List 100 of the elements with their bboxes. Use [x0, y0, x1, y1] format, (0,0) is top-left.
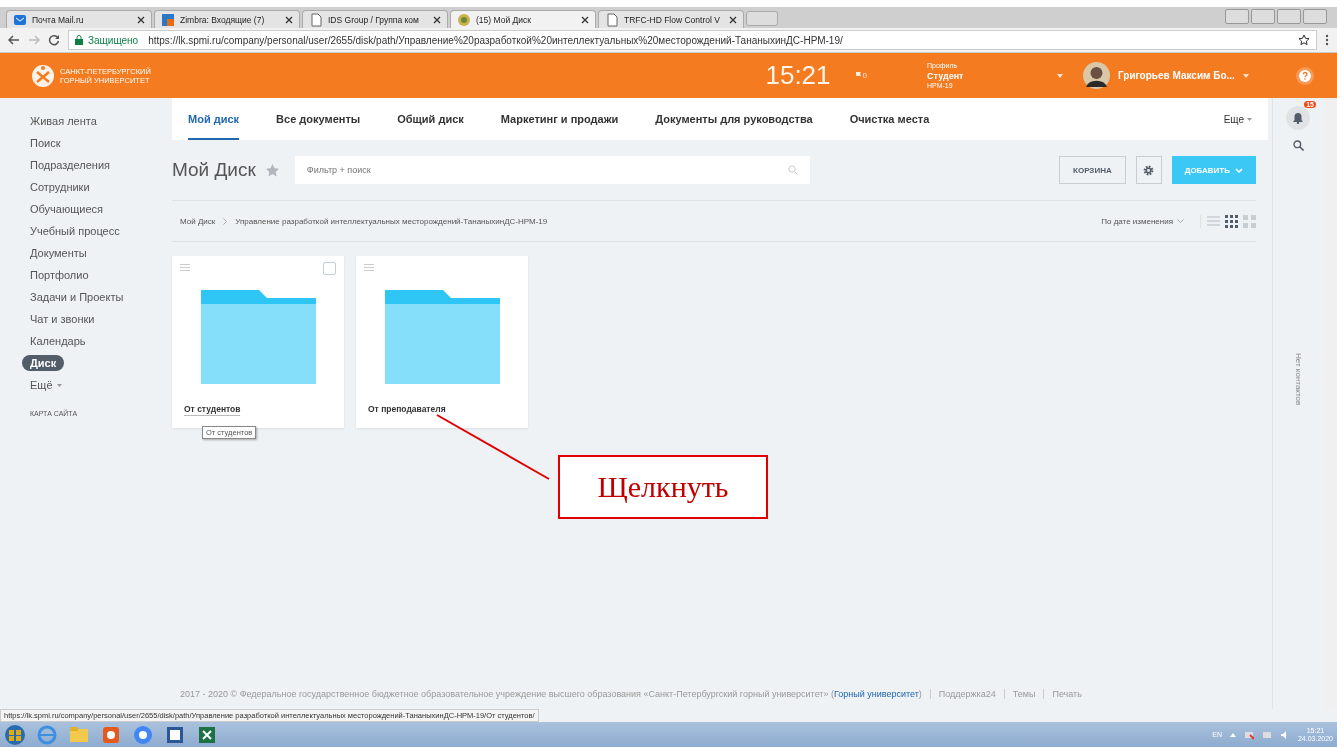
nav-tab[interactable]: Общий диск: [397, 98, 464, 140]
maximize-button[interactable]: [1277, 9, 1301, 24]
minimize-button[interactable]: [1251, 9, 1275, 24]
tab-title: IDS Group / Группа ком: [328, 14, 420, 25]
notifications-button[interactable]: [1286, 106, 1310, 130]
network-icon[interactable]: [1243, 729, 1254, 740]
university-emblem-icon[interactable]: [30, 62, 56, 89]
sidebar-item[interactable]: Обучающиеся: [22, 198, 111, 220]
breadcrumb-link[interactable]: Мой Диск: [180, 216, 216, 226]
breadcrumb-link[interactable]: Управление разработкой интеллектуальных месторождений-ТананыхинДС-НРМ-19: [235, 216, 548, 226]
close-icon[interactable]: [729, 15, 737, 24]
reload-icon[interactable]: [48, 34, 60, 46]
app-icon: [161, 12, 175, 27]
browser-icon[interactable]: [36, 723, 58, 746]
close-icon[interactable]: [581, 15, 589, 24]
mail-icon: [13, 12, 27, 27]
copyright-text: 2017 - 2020 © Федеральное государственное бюджетное образовательное учреждение высшего образования «Санкт-Петербургский горный университет» (Горный университет): [180, 689, 923, 699]
folder-icon: [200, 290, 316, 384]
start-button[interactable]: [4, 723, 26, 746]
flag-count: 0: [862, 71, 867, 80]
url-text: https://lk.spmi.ru/company/personal/user/2655/disk/path/Управление%20разработкой%20интеллектуальных%20месторождений-ТананыхинДС-НРМ-19/: [148, 34, 843, 46]
nav-tab[interactable]: Документы для руководства: [655, 98, 813, 140]
drag-handle-icon[interactable]: [364, 264, 374, 271]
browser-tab[interactable]: Почта Mail.ru: [6, 10, 152, 28]
more-menu[interactable]: Еще: [1223, 113, 1252, 125]
close-icon[interactable]: [433, 15, 441, 24]
sidebar-item[interactable]: Подразделения: [22, 154, 118, 176]
tile-view-icon[interactable]: [1243, 214, 1256, 228]
list-view-icon[interactable]: [1207, 214, 1220, 228]
sidebar-item[interactable]: Сотрудники: [22, 176, 98, 198]
folder-card[interactable]: От преподавателя: [356, 256, 528, 428]
bell-icon: [1293, 112, 1303, 124]
sidebar-item[interactable]: Чат и звонки: [22, 308, 103, 330]
chevron-right-icon: [223, 217, 228, 225]
browser-icon[interactable]: [132, 723, 154, 746]
sidebar-item[interactable]: Документы: [22, 242, 95, 264]
nav-tab[interactable]: Очистка места: [849, 98, 930, 140]
clock-time: 15:21: [765, 60, 831, 91]
sidebar-item[interactable]: Живая лента: [22, 110, 105, 132]
sidebar-item[interactable]: Портфолио: [22, 264, 97, 286]
close-button[interactable]: [1303, 9, 1327, 24]
search-icon[interactable]: [1292, 140, 1304, 151]
sidebar-item[interactable]: Диск: [22, 355, 65, 371]
emblem-icon: [457, 12, 471, 27]
sort-menu[interactable]: По дате изменения: [1101, 216, 1184, 226]
chevron-down-icon: [1235, 167, 1243, 173]
tab-title: (15) Мой Диск: [476, 14, 532, 25]
browser-tab[interactable]: TRFC-HD Flow Control V: [598, 10, 744, 28]
sidebar-item[interactable]: Учебный процесс: [22, 220, 128, 242]
star-icon[interactable]: [265, 163, 279, 177]
browser-tab[interactable]: (15) Мой Диск: [450, 10, 596, 28]
tab-title: Zimbra: Входящие (7): [180, 14, 266, 25]
folder-icon: [384, 290, 500, 384]
lock-icon: [75, 35, 83, 45]
checkbox[interactable]: [323, 262, 336, 275]
university-link[interactable]: Горный университет: [834, 689, 919, 699]
forward-icon[interactable]: [28, 35, 40, 45]
sidebar-item[interactable]: Календарь: [22, 330, 94, 352]
settings-button[interactable]: [1135, 156, 1162, 184]
caret-icon[interactable]: [1229, 732, 1236, 737]
page-icon: [605, 12, 619, 27]
nav-tab[interactable]: Маркетинг и продажи: [500, 98, 619, 140]
user-button[interactable]: [1225, 9, 1249, 24]
help-icon[interactable]: [1296, 66, 1314, 85]
caret-icon[interactable]: [1242, 73, 1249, 78]
drag-handle-icon[interactable]: [180, 264, 190, 271]
nav-tab[interactable]: Все документы: [276, 98, 361, 140]
search-field[interactable]: Фильтр + поиск: [294, 156, 810, 184]
caret-icon[interactable]: [1057, 73, 1063, 78]
address-bar[interactable]: Защищено https://lk.spmi.ru/company/personal/user/2655/disk/path/Управление%20разработкой%20интеллектуальных%20месторождений-ТананыхинДС-НРМ-19/: [68, 30, 1317, 50]
callout-label: Щелкнуть: [558, 455, 768, 519]
tab-title: Почта Mail.ru: [32, 14, 85, 25]
sidebar-item[interactable]: Поиск: [22, 132, 69, 154]
page-title: Мой Диск: [172, 159, 256, 181]
menu-icon[interactable]: [1325, 34, 1329, 46]
bookmark-star-icon[interactable]: [1298, 34, 1310, 46]
security-label: Защищено: [88, 34, 139, 46]
folder-name[interactable]: От студентов: [184, 404, 241, 416]
tab-title: TRFC-HD Flow Control V: [624, 14, 721, 25]
caret-icon: [1247, 117, 1252, 121]
contacts-label: Нет контактов: [1293, 353, 1303, 406]
close-icon[interactable]: [137, 15, 145, 24]
back-icon[interactable]: [8, 35, 20, 45]
close-icon[interactable]: [285, 15, 293, 24]
sidebar-item[interactable]: Задачи и Проекты: [22, 286, 132, 308]
new-tab-button[interactable]: [746, 11, 778, 26]
browser-tab[interactable]: IDS Group / Группа ком: [302, 10, 448, 28]
chevron-down-icon: [1177, 219, 1184, 223]
trash-button[interactable]: КОРЗИНА: [1059, 156, 1126, 184]
page-icon: [309, 12, 323, 27]
scrollbar[interactable]: [1323, 98, 1337, 709]
display-icon[interactable]: [1261, 729, 1272, 740]
sidebar-item[interactable]: Ещё: [22, 374, 70, 396]
grid-view-icon[interactable]: [1225, 214, 1238, 228]
avatar[interactable]: [1083, 62, 1110, 89]
folder-name[interactable]: От преподавателя: [368, 404, 446, 416]
browser-tab[interactable]: Zimbra: Входящие (7): [154, 10, 300, 28]
flag-icon[interactable]: [854, 72, 861, 79]
nav-tab[interactable]: Мой диск: [188, 98, 240, 140]
settings-icon: [1143, 164, 1155, 176]
